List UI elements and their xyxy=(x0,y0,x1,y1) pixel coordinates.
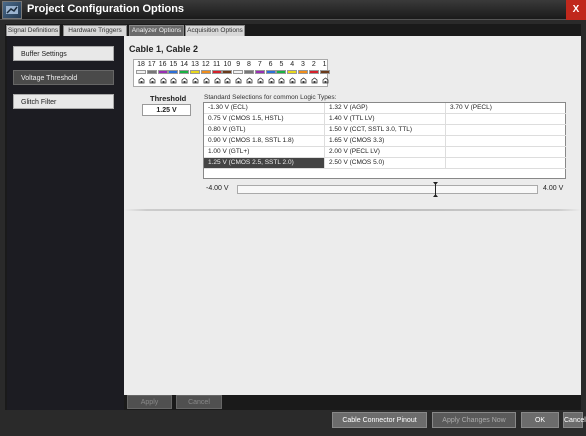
logic-type-option[interactable]: 1.50 V (CCT, SSTL 3.0, TTL) xyxy=(325,125,446,136)
app-icon xyxy=(2,1,22,19)
content-panel: Cable 1, Cable 2 18 17 16 15 14 13 12 11 10 9 8 7 6 5… xyxy=(124,36,581,410)
probe-icon xyxy=(235,77,242,84)
slider-thumb[interactable] xyxy=(432,182,438,197)
logic-type-option xyxy=(446,158,566,169)
sidebar-item-voltage-threshold[interactable]: Voltage Threshold xyxy=(13,70,114,85)
probe-icon xyxy=(214,77,221,84)
pin-color-swatch xyxy=(254,70,265,74)
pin-color-swatch xyxy=(319,70,330,74)
pin-color-swatch xyxy=(233,70,244,74)
logic-type-option[interactable]: 0.90 V (CMOS 1.8, SSTL 1.8) xyxy=(204,136,325,147)
pin-color-swatch xyxy=(298,70,308,74)
title-bar: Project Configuration Options X xyxy=(0,0,586,20)
pin-color-swatch xyxy=(146,70,157,74)
cancel-button[interactable]: Cancel xyxy=(563,412,586,428)
sidebar: Buffer Settings Voltage Threshold Glitch… xyxy=(7,36,124,410)
pin-color-swatch xyxy=(179,70,190,74)
logic-type-option[interactable]: 2.00 V (PECL LV) xyxy=(325,147,446,158)
bottom-bar: Cable Connector Pinout Apply Changes Now… xyxy=(0,410,586,436)
slider-max-label: 4.00 V xyxy=(543,185,564,192)
apply-changes-now-button[interactable]: Apply Changes Now xyxy=(432,412,516,428)
pin-color-swatch xyxy=(211,70,222,74)
sidebar-item-buffer-settings[interactable]: Buffer Settings xyxy=(13,46,114,61)
probe-icon xyxy=(149,77,156,84)
probe-icon xyxy=(289,77,296,84)
probe-icon xyxy=(322,77,329,84)
ok-button[interactable]: OK xyxy=(521,412,559,428)
close-button[interactable]: X xyxy=(566,0,586,20)
probe-icon xyxy=(170,77,177,84)
tab-signal-definitions[interactable]: Signal Definitions xyxy=(6,25,60,36)
tab-analyzer-options[interactable]: Analyzer Options xyxy=(129,25,184,36)
pin-color-swatch xyxy=(168,70,179,74)
probe-icon xyxy=(300,77,307,84)
probe-icon xyxy=(138,77,145,84)
logic-type-option[interactable]: 1.65 V (CMOS 3.3) xyxy=(325,136,446,147)
logic-type-option[interactable]: -1.30 V (ECL) xyxy=(204,103,325,114)
panel-cancel-button[interactable]: Cancel xyxy=(176,395,222,409)
logic-type-option[interactable]: 0.80 V (GTL) xyxy=(204,125,325,136)
dialog: Signal Definitions Hardware Triggers Ana… xyxy=(5,24,581,410)
logic-type-option[interactable]: 1.32 V (AGP) xyxy=(325,103,446,114)
pin-color-swatch xyxy=(190,70,200,74)
pin-color-swatch xyxy=(157,70,168,74)
tab-hardware-triggers[interactable]: Hardware Triggers xyxy=(63,25,127,36)
cable-connector-pinout-button[interactable]: Cable Connector Pinout xyxy=(332,412,427,428)
logic-type-option[interactable]: 1.40 V (TTL LV) xyxy=(325,114,446,125)
pin-color-swatch xyxy=(136,70,146,74)
logic-type-option[interactable]: 2.50 V (CMOS 5.0) xyxy=(325,158,446,169)
logic-type-option[interactable]: 0.75 V (CMOS 1.5, HSTL) xyxy=(204,114,325,125)
divider xyxy=(124,209,581,211)
probe-icon xyxy=(278,77,285,84)
logic-type-table: -1.30 V (ECL) 1.32 V (AGP) 3.70 V (PECL) 0.… xyxy=(203,102,566,179)
pin-color-swatch xyxy=(265,70,276,74)
pin-1[interactable]: 1 xyxy=(319,60,331,87)
threshold-input[interactable]: 1.25 V xyxy=(142,104,191,116)
pin-color-swatch xyxy=(222,70,233,74)
probe-icon xyxy=(311,77,318,84)
standard-selections-label: Standard Selections for common Logic Typ… xyxy=(204,94,337,101)
slider-min-label: -4.00 V xyxy=(206,185,229,192)
logic-type-option xyxy=(446,125,566,136)
apply-button[interactable]: Apply xyxy=(127,395,172,409)
pin-color-swatch xyxy=(308,70,319,74)
probe-icon xyxy=(246,77,253,84)
pin-color-swatch xyxy=(287,70,298,74)
threshold-slider[interactable] xyxy=(237,185,538,194)
logic-type-option[interactable]: 1.25 V (CMOS 2.5, SSTL 2.0) xyxy=(204,158,325,169)
probe-icon xyxy=(268,77,275,84)
logic-type-option xyxy=(446,136,566,147)
tab-acquisition-options[interactable]: Acquisition Options xyxy=(185,25,245,36)
probe-icon xyxy=(181,77,188,84)
probe-icon xyxy=(160,77,167,84)
logic-type-option[interactable]: 3.70 V (PECL) xyxy=(446,103,566,114)
logic-type-option xyxy=(446,147,566,158)
pin-number: 1 xyxy=(322,61,327,68)
probe-icon xyxy=(224,77,231,84)
probe-icon xyxy=(192,77,199,84)
pin-color-swatch xyxy=(200,70,211,74)
pin-color-swatch xyxy=(276,70,287,74)
pin-selector: 18 17 16 15 14 13 12 11 10 9 8 7 6 5 4 3 2 1 xyxy=(133,59,331,87)
window-title: Project Configuration Options xyxy=(27,3,185,15)
threshold-label: Threshold xyxy=(150,94,187,103)
cable-title: Cable 1, Cable 2 xyxy=(129,44,199,54)
probe-icon xyxy=(203,77,210,84)
pin-color-swatch xyxy=(244,70,254,74)
panel-footer: Apply Cancel xyxy=(124,395,581,410)
probe-icon xyxy=(257,77,264,84)
logic-type-option xyxy=(446,114,566,125)
sidebar-item-glitch-filter[interactable]: Glitch Filter xyxy=(13,94,114,109)
logic-type-option[interactable]: 1.00 V (GTL+) xyxy=(204,147,325,158)
